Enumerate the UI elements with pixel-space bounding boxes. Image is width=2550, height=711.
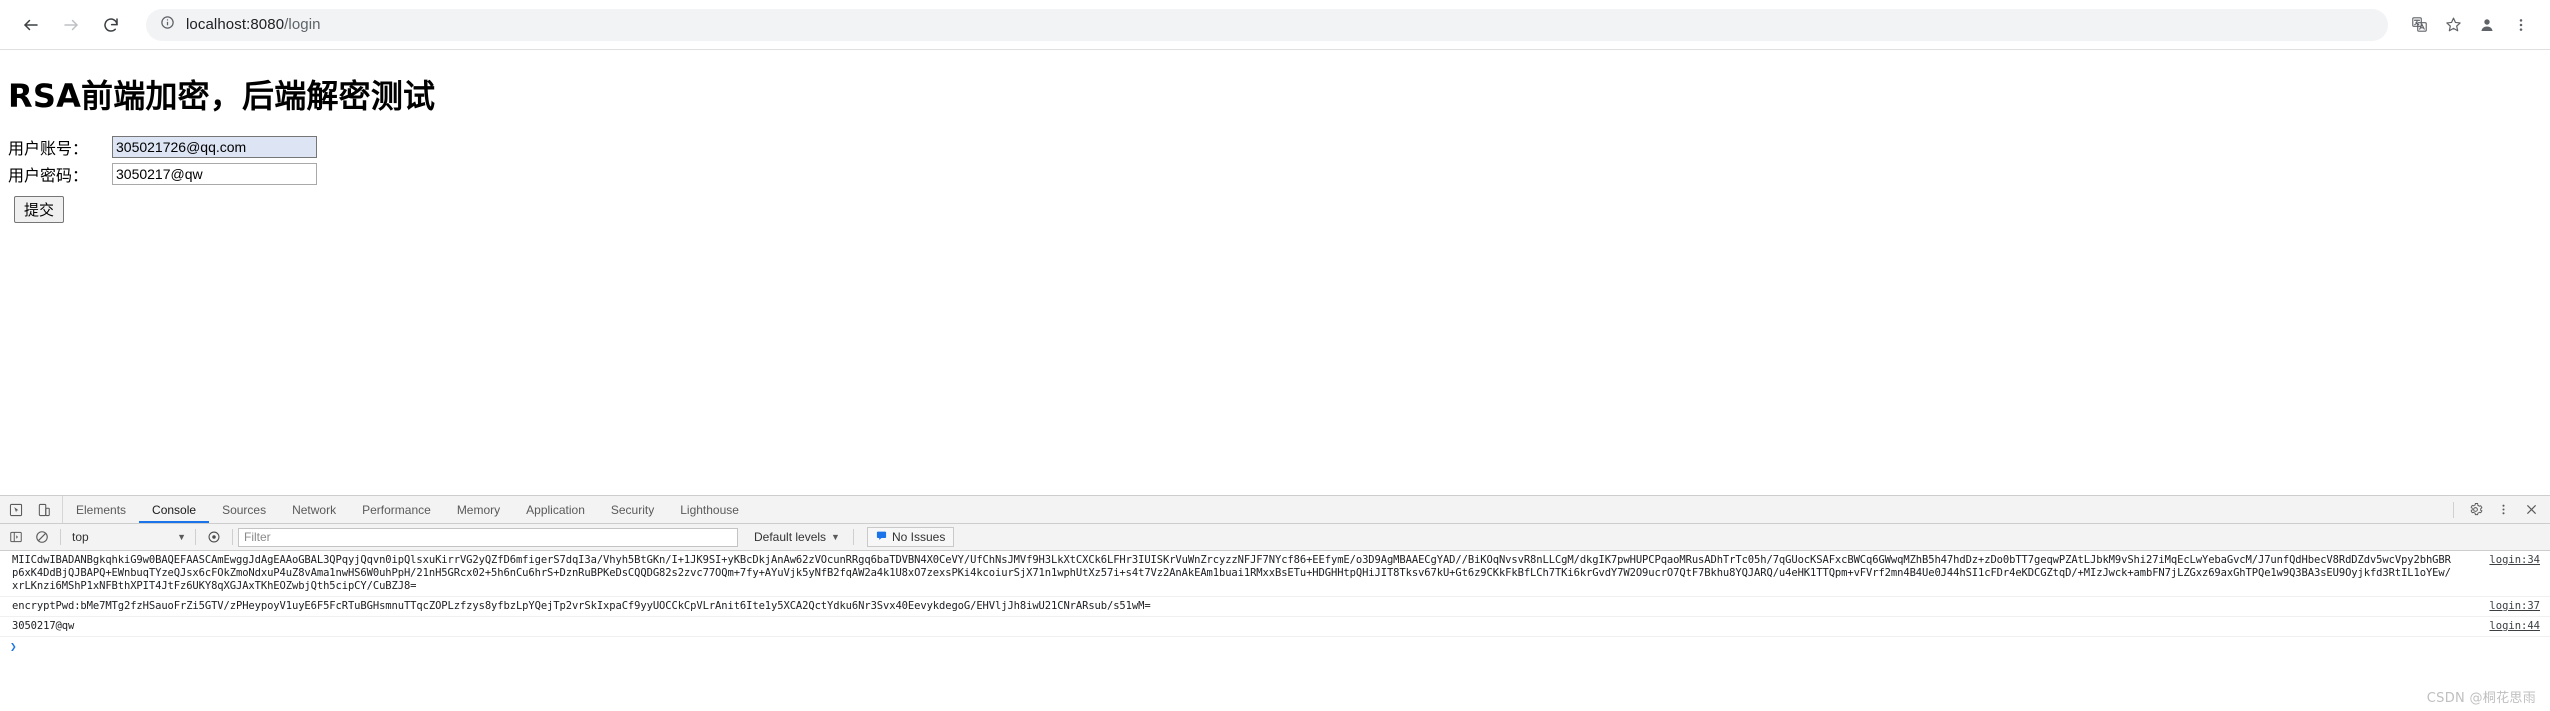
console-filter-bar: top ▼ Default levels ▼ No Issues bbox=[0, 524, 2550, 551]
console-source-link[interactable]: login:34 bbox=[2489, 554, 2540, 566]
console-sidebar-icon[interactable] bbox=[3, 526, 29, 548]
console-output[interactable]: MIICdwIBADANBgkqhkiG9w0BAQEFAASCAmEwggJd… bbox=[0, 551, 2550, 710]
reload-icon bbox=[102, 16, 120, 34]
browser-actions bbox=[2404, 10, 2536, 40]
reload-button[interactable] bbox=[94, 8, 128, 42]
issues-icon bbox=[876, 530, 887, 544]
devtools-tool-icons bbox=[0, 496, 63, 523]
devtools-tabs: Elements Console Sources Network Perform… bbox=[63, 496, 752, 523]
tab-console[interactable]: Console bbox=[139, 496, 209, 523]
chevron-down-icon: ▼ bbox=[831, 532, 840, 542]
form-row-password: 用户密码： bbox=[8, 162, 2542, 186]
filterbar-divider bbox=[60, 529, 61, 545]
live-expression-icon[interactable] bbox=[201, 526, 227, 548]
chevron-down-icon: ▼ bbox=[177, 532, 186, 542]
console-prompt[interactable]: ❯ bbox=[0, 637, 2550, 656]
console-context-value: top bbox=[72, 530, 89, 544]
watermark: CSDN @桐花思雨 bbox=[2426, 691, 2536, 706]
account-icon[interactable] bbox=[2472, 10, 2502, 40]
console-levels-label: Default levels bbox=[754, 530, 827, 544]
forward-button[interactable] bbox=[54, 8, 88, 42]
filterbar-divider-4 bbox=[852, 529, 854, 545]
kebab-menu-icon[interactable] bbox=[2506, 10, 2536, 40]
tab-lighthouse[interactable]: Lighthouse bbox=[667, 496, 752, 523]
devtools-panel: Elements Console Sources Network Perform… bbox=[0, 495, 2550, 711]
inspect-element-icon[interactable] bbox=[4, 499, 28, 521]
arrow-left-icon bbox=[22, 16, 40, 34]
filterbar-divider-2 bbox=[195, 529, 196, 545]
issues-label: No Issues bbox=[891, 530, 946, 544]
tab-sources[interactable]: Sources bbox=[209, 496, 279, 523]
console-filter-input[interactable] bbox=[238, 527, 738, 547]
gear-icon[interactable] bbox=[2462, 499, 2488, 521]
tab-performance[interactable]: Performance bbox=[349, 496, 444, 523]
star-icon[interactable] bbox=[2438, 10, 2468, 40]
prompt-caret-icon: ❯ bbox=[10, 640, 17, 653]
address-bar[interactable]: localhost:8080/login bbox=[146, 8, 2388, 41]
devtools-tabbar-actions bbox=[2447, 496, 2550, 523]
console-message[interactable]: MIICdwIBADANBgkqhkiG9w0BAQEFAASCAmEwggJd… bbox=[0, 551, 2550, 597]
console-message-text: encryptPwd:bMe7MTg2fzHSauoFrZi5GTV/zPHey… bbox=[12, 600, 1151, 612]
filterbar-divider-3 bbox=[232, 529, 233, 545]
devtools-tabbar: Elements Console Sources Network Perform… bbox=[0, 496, 2550, 524]
console-message-text: MIICdwIBADANBgkqhkiG9w0BAQEFAASCAmEwggJd… bbox=[12, 554, 2451, 592]
translate-icon[interactable] bbox=[2404, 10, 2434, 40]
device-toolbar-icon[interactable] bbox=[32, 499, 56, 521]
url-path: /login bbox=[284, 16, 321, 33]
toolbar-divider bbox=[2453, 501, 2454, 518]
address-bar-url: localhost:8080/login bbox=[186, 16, 321, 33]
kebab-menu-icon[interactable] bbox=[2490, 499, 2516, 521]
account-label: 用户账号： bbox=[8, 139, 89, 158]
console-message-text: 3050217@qw bbox=[12, 620, 75, 632]
account-input[interactable] bbox=[112, 136, 317, 158]
tab-elements[interactable]: Elements bbox=[63, 496, 139, 523]
clear-console-icon[interactable] bbox=[29, 526, 55, 548]
info-circle-icon[interactable] bbox=[160, 15, 175, 35]
tab-memory[interactable]: Memory bbox=[444, 496, 513, 523]
console-context-selector[interactable]: top ▼ bbox=[66, 528, 190, 547]
close-icon[interactable] bbox=[2518, 499, 2544, 521]
tab-security[interactable]: Security bbox=[598, 496, 667, 523]
tab-network[interactable]: Network bbox=[279, 496, 349, 523]
page-content: RSA前端加密，后端解密测试 用户账号： 用户密码： 提交 bbox=[0, 71, 2550, 516]
console-source-link[interactable]: login:44 bbox=[2489, 620, 2540, 632]
back-button[interactable] bbox=[14, 8, 48, 42]
form-row-account: 用户账号： bbox=[8, 135, 2542, 159]
password-label: 用户密码： bbox=[8, 166, 89, 185]
console-message[interactable]: 3050217@qw login:44 bbox=[0, 617, 2550, 637]
console-levels-selector[interactable]: Default levels ▼ bbox=[746, 527, 848, 547]
url-host: localhost:8080 bbox=[186, 16, 285, 33]
console-message[interactable]: encryptPwd:bMe7MTg2fzHSauoFrZi5GTV/zPHey… bbox=[0, 597, 2550, 617]
password-input[interactable] bbox=[112, 163, 317, 185]
submit-button[interactable]: 提交 bbox=[14, 196, 65, 223]
page-title: RSA前端加密，后端解密测试 bbox=[8, 77, 436, 115]
browser-toolbar: localhost:8080/login bbox=[0, 0, 2550, 50]
issues-button[interactable]: No Issues bbox=[866, 527, 955, 547]
console-source-link[interactable]: login:37 bbox=[2489, 600, 2540, 612]
arrow-right-icon bbox=[62, 16, 80, 34]
tab-application[interactable]: Application bbox=[513, 496, 598, 523]
